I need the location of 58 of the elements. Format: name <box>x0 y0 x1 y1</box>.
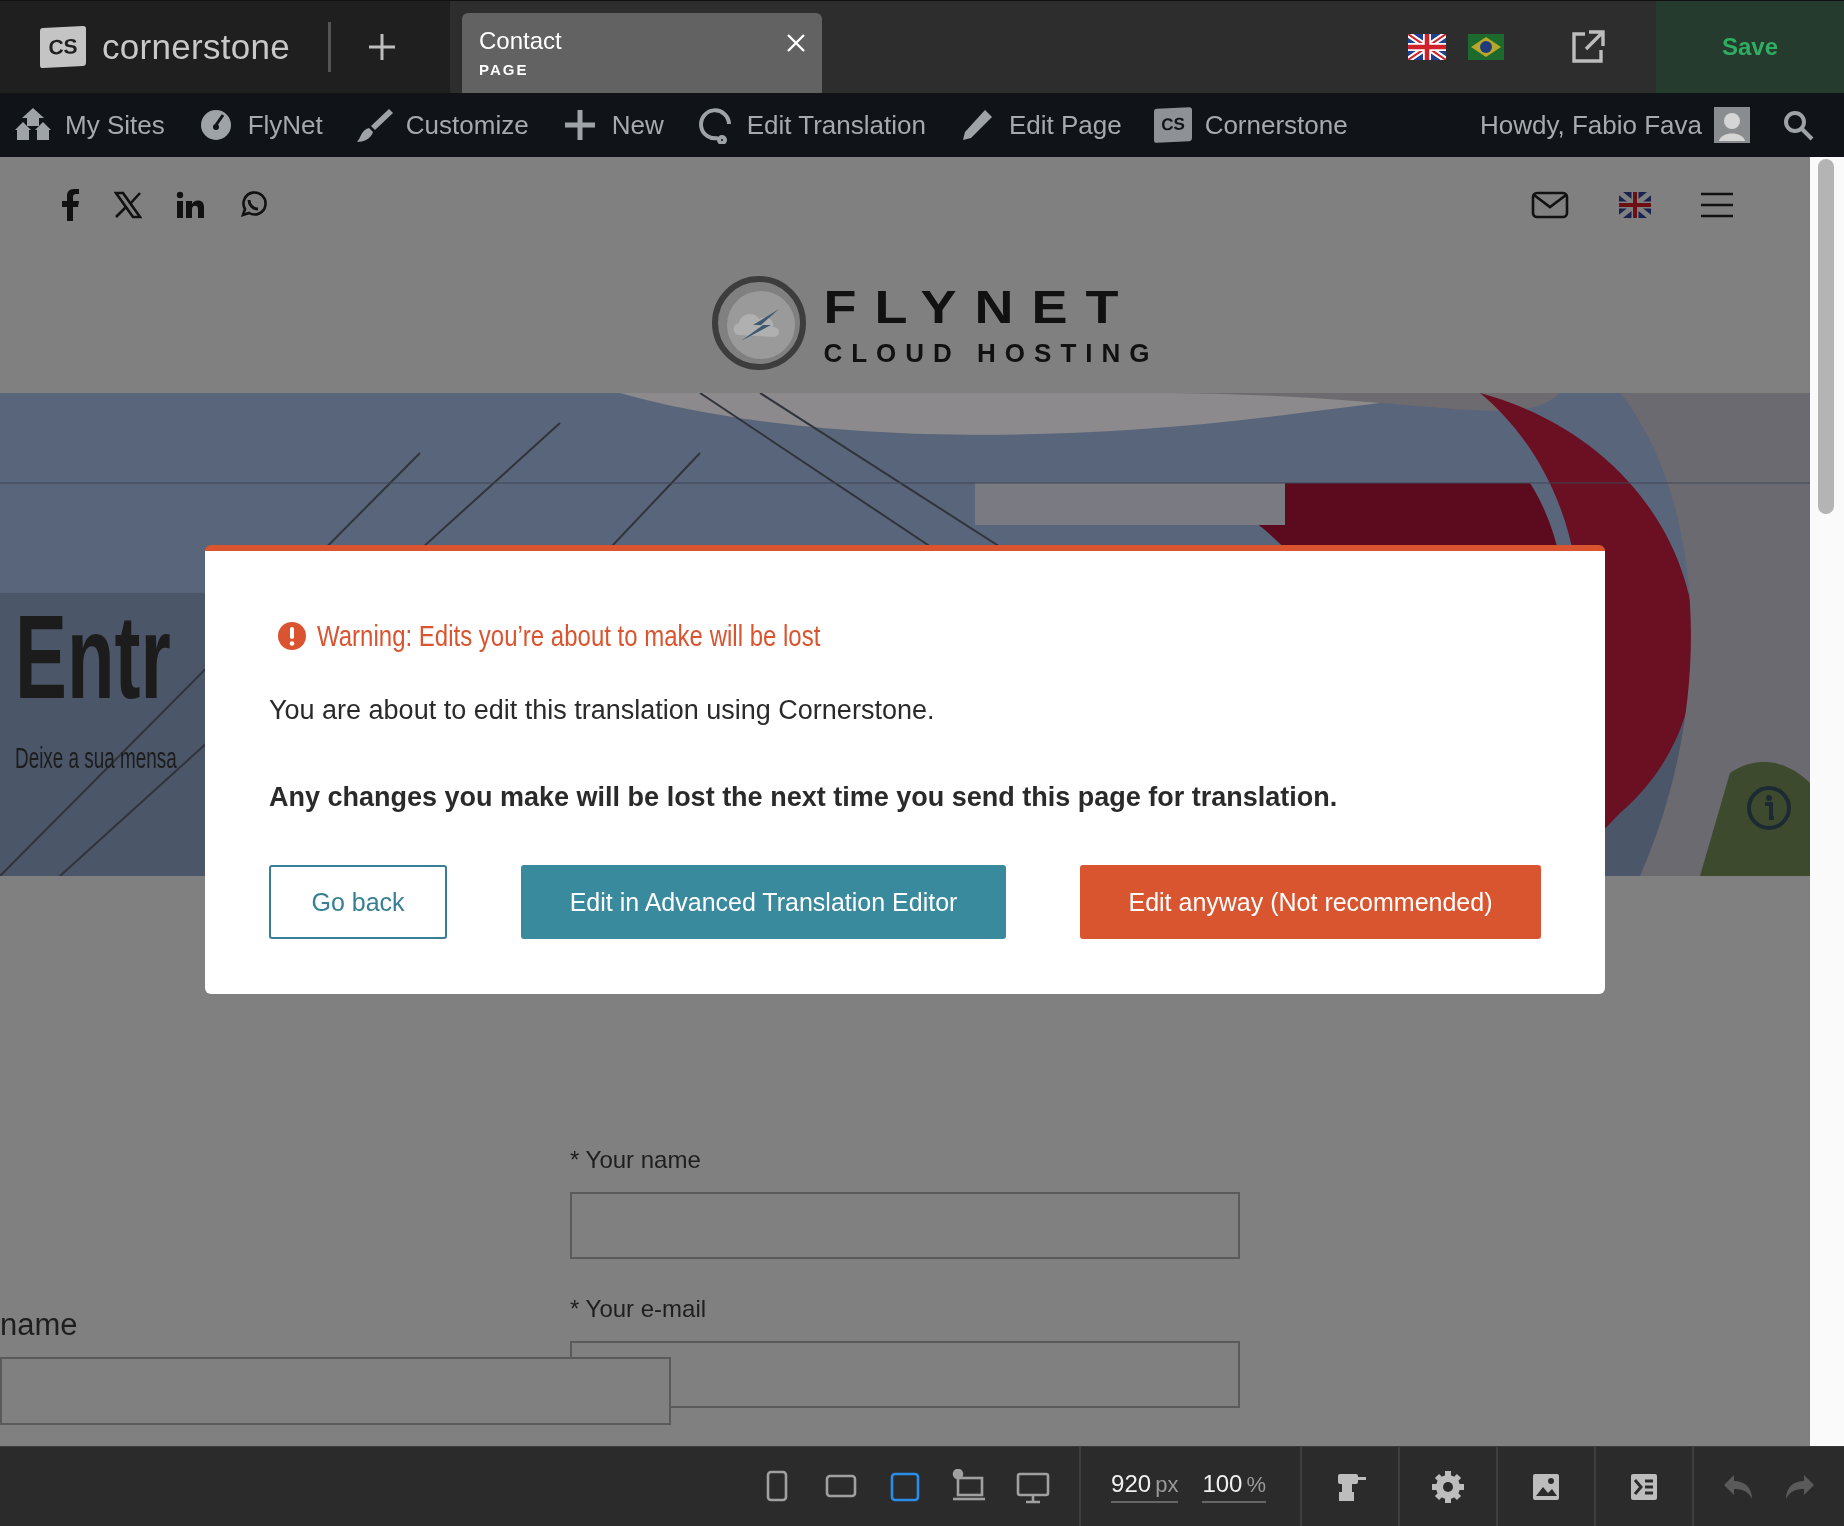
app-name: cornerstone <box>102 27 291 67</box>
menu-label: My Sites <box>65 109 165 141</box>
width-field[interactable]: 920 px <box>1111 1470 1179 1503</box>
admin-menu-item[interactable]: Edit Translation <box>695 106 926 144</box>
whatsapp-icon[interactable] <box>238 190 268 220</box>
flag-icon[interactable] <box>1408 34 1446 60</box>
close-icon[interactable] <box>786 33 806 53</box>
plus-icon <box>367 32 398 62</box>
tab-subtitle: PAGE <box>479 61 530 78</box>
field-label: name <box>0 1307 78 1343</box>
menu-label: Customize <box>405 109 529 141</box>
flag-icon[interactable] <box>1468 34 1504 60</box>
x-logo-icon[interactable] <box>114 191 142 219</box>
menu-label: Edit Translation <box>746 109 926 141</box>
logo-wordmark: FLYNET <box>823 284 1138 330</box>
admin-menu-item[interactable]: FlyNet <box>196 106 323 144</box>
save-button[interactable]: Save <box>1656 1 1844 93</box>
field-label: * Your e-mail <box>570 1295 708 1323</box>
logo-tagline: CLOUD HOSTING <box>823 340 1159 366</box>
hero-heading: Entr <box>15 598 171 716</box>
admin-menu-item[interactable]: Customize <box>354 106 529 144</box>
admin-menu-item[interactable]: CS Cornerstone <box>1153 108 1348 142</box>
mail-icon[interactable] <box>1531 191 1569 219</box>
warning-icon <box>277 621 307 651</box>
text-field[interactable] <box>570 1192 1240 1259</box>
search-icon[interactable] <box>1782 109 1814 141</box>
menu-icon[interactable] <box>1701 192 1733 218</box>
cloud-bolt-icon <box>711 275 808 371</box>
zoom-field[interactable]: 100 % <box>1202 1470 1266 1503</box>
admin-menu-item[interactable]: My Sites <box>14 106 165 144</box>
brush-icon <box>354 106 393 144</box>
menu-label: New <box>611 109 664 141</box>
document-tab[interactable]: Contact PAGE <box>462 13 822 93</box>
tab-title: Contact <box>479 27 562 55</box>
add-button[interactable] <box>367 32 398 62</box>
editor-button[interactable]: Edit in Advanced Translation Editor <box>521 865 1006 939</box>
dialog-message: You are about to edit this translation using Cornerstone. <box>269 695 936 726</box>
edit-anyway-button[interactable]: Edit anyway (Not recommended) <box>1080 865 1541 939</box>
text-field[interactable] <box>0 1357 671 1425</box>
admin-menu-item[interactable]: New <box>560 106 664 144</box>
scrollbar-thumb[interactable] <box>1818 159 1834 514</box>
back-button[interactable]: Go back <box>269 865 447 939</box>
hero-subheading: Deixe a sua mensa <box>15 741 177 775</box>
external-link-icon[interactable] <box>1570 29 1606 65</box>
menu-label: FlyNet <box>247 109 323 141</box>
dialog-warning-text: Any changes you make will be lost the next time you send this page for translation. <box>269 782 1339 813</box>
facebook-icon[interactable] <box>60 189 80 221</box>
warning-title: Warning: Edits you’re about to make will be lost <box>317 619 821 653</box>
logo-badge: CS <box>40 25 86 69</box>
settings-icon[interactable] <box>1430 1468 1466 1505</box>
field-label: * Your name <box>570 1146 702 1174</box>
linkedin-icon[interactable] <box>176 191 204 219</box>
menu-label: Edit Page <box>1008 109 1122 141</box>
flag-icon[interactable] <box>1619 192 1651 218</box>
menu-label: Cornerstone <box>1204 109 1348 141</box>
admin-menu-item[interactable]: Edit Page <box>957 106 1122 144</box>
user-greeting[interactable]: Howdy, Fabio Fava <box>1479 109 1702 141</box>
logo-badge: CS <box>1153 107 1192 143</box>
